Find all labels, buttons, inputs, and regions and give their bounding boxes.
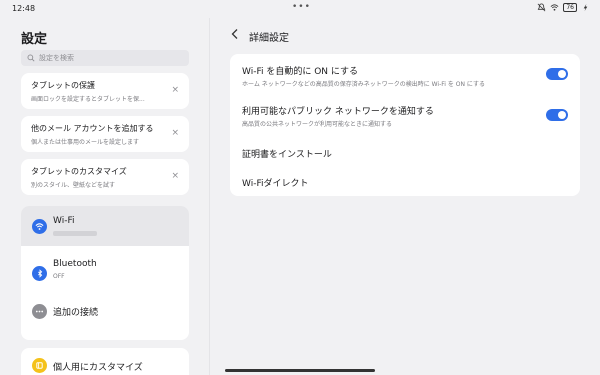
suggestion-card-protect[interactable]: タブレットの保護 画面ロックを設定するとタブレットを保... × — [21, 73, 189, 109]
mute-icon — [537, 3, 546, 12]
settings-sidebar: 設定 設定を検索 タブレットの保護 画面ロックを設定するとタブレットを保... … — [0, 18, 209, 375]
status-time: 12:48 — [12, 4, 36, 13]
page-title: 詳細設定 — [249, 33, 289, 44]
sidebar-item-label: Wi-Fi — [53, 216, 75, 226]
suggestion-card-customize[interactable]: タブレットのカスタマイズ 別のスタイル、壁紙などを試す × — [21, 159, 189, 195]
setting-title: 利用可能なパブリック ネットワークを通知する — [242, 107, 434, 117]
status-bar: 12:48 ••• 76 — [0, 0, 600, 18]
sidebar-item-label: 追加の接続 — [53, 308, 99, 318]
close-icon[interactable]: × — [171, 85, 179, 95]
sidebar-item-more-connections[interactable]: 追加の接続 — [21, 295, 189, 335]
bluetooth-icon — [32, 266, 47, 281]
suggestion-title: タブレットの保護 — [31, 81, 95, 90]
customize-icon — [32, 358, 47, 373]
public-network-notify-toggle[interactable] — [546, 109, 568, 121]
sidebar-item-label: 個人用にカスタマイズ — [53, 363, 143, 373]
setting-row-public-network-notify[interactable]: 利用可能なパブリック ネットワークを通知する 高品質の公共ネットワークが利用可能… — [242, 104, 568, 128]
search-placeholder: 設定を検索 — [39, 54, 74, 62]
setting-row-wifi-direct[interactable]: Wi-Fiダイレクト — [242, 176, 568, 189]
search-icon — [27, 54, 35, 62]
search-input[interactable]: 設定を検索 — [21, 50, 189, 66]
setting-title: Wi-Fiダイレクト — [242, 179, 309, 189]
setting-subtitle: ホーム ネットワークなどの高品質の保存済みネットワークの検出時に Wi-Fi を… — [242, 81, 485, 88]
sidebar-item-wifi[interactable]: Wi-Fi — [21, 206, 189, 246]
suggestion-subtitle: 別のスタイル、壁紙などを試す — [31, 182, 116, 189]
more-connections-icon — [32, 304, 47, 319]
suggestion-card-add-email[interactable]: 他のメール アカウントを追加する 個人または仕事用のメールを設定します × — [21, 116, 189, 152]
charging-icon — [583, 3, 588, 12]
sidebar-item-bluetooth[interactable]: Bluetooth OFF — [21, 254, 189, 294]
advanced-settings-card: Wi-Fi を自動的に ON にする ホーム ネットワークなどの高品質の保存済み… — [230, 54, 580, 196]
bluetooth-status: OFF — [53, 273, 65, 280]
wifi-icon — [32, 219, 47, 234]
close-icon[interactable]: × — [171, 171, 179, 181]
status-icons: 76 — [537, 3, 590, 12]
suggestion-subtitle: 画面ロックを設定するとタブレットを保... — [31, 96, 145, 103]
auto-wifi-toggle[interactable] — [546, 68, 568, 80]
multitask-dots[interactable]: ••• — [292, 2, 311, 12]
suggestion-title: タブレットのカスタマイズ — [31, 167, 127, 176]
wifi-signal-icon — [550, 4, 559, 11]
connections-card: Wi-Fi Bluetooth OFF 追加の接続 — [21, 206, 189, 340]
setting-title: 証明書をインストール — [242, 150, 332, 160]
setting-row-install-certificate[interactable]: 証明書をインストール — [242, 147, 568, 160]
back-arrow-icon[interactable] — [230, 28, 240, 40]
toggle-knob — [558, 70, 566, 78]
battery-indicator: 76 — [563, 3, 577, 12]
sidebar-item-label: Bluetooth — [53, 259, 97, 269]
home-indicator[interactable] — [225, 369, 375, 372]
setting-title: Wi-Fi を自動的に ON にする — [242, 67, 358, 77]
wifi-network-name-blurred — [53, 231, 97, 236]
detail-pane: 詳細設定 Wi-Fi を自動的に ON にする ホーム ネットワークなどの高品質… — [210, 18, 600, 375]
sidebar-item-customize[interactable]: 個人用にカスタマイズ — [21, 348, 189, 375]
suggestion-subtitle: 個人または仕事用のメールを設定します — [31, 139, 140, 146]
setting-row-auto-wifi[interactable]: Wi-Fi を自動的に ON にする ホーム ネットワークなどの高品質の保存済み… — [242, 64, 568, 88]
toggle-knob — [558, 111, 566, 119]
sidebar-title: 設定 — [21, 32, 48, 47]
setting-subtitle: 高品質の公共ネットワークが利用可能なときに通知する — [242, 121, 393, 128]
close-icon[interactable]: × — [171, 128, 179, 138]
suggestion-title: 他のメール アカウントを追加する — [31, 124, 154, 133]
